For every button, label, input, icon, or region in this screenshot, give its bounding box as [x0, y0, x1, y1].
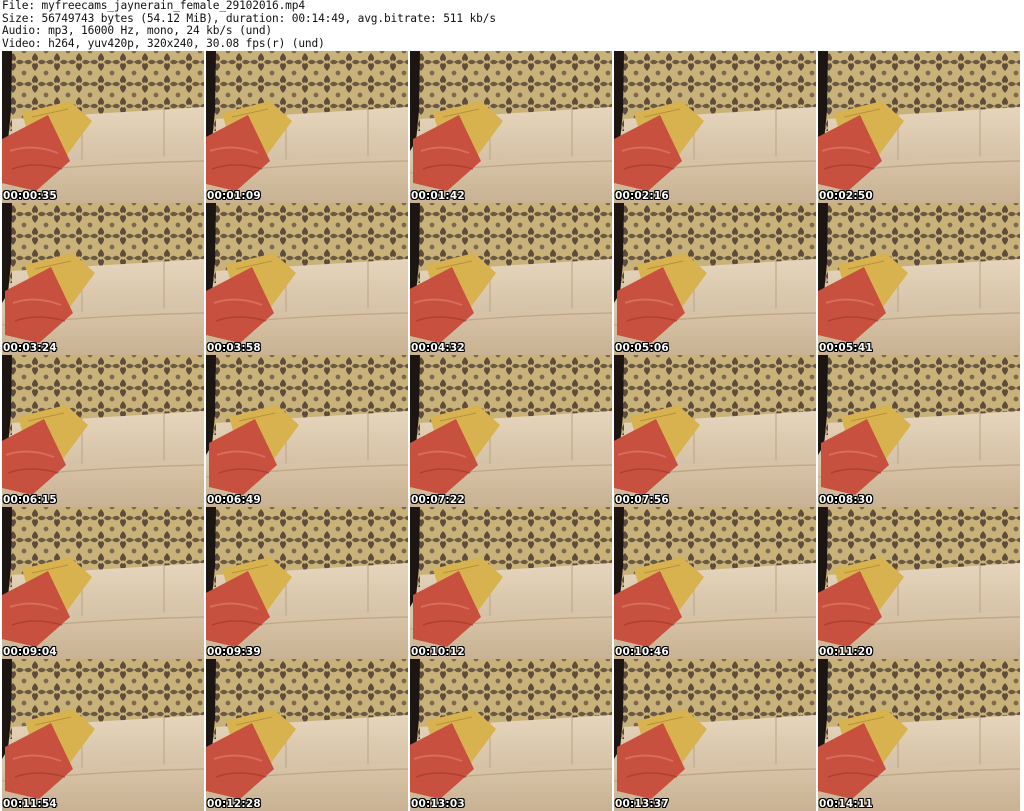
thumbnail-timestamp: 00:05:06: [615, 342, 669, 354]
thumbnail-image: [614, 203, 816, 355]
thumbnail-timestamp: 00:13:37: [615, 798, 669, 810]
thumbnail-timestamp: 00:12:28: [207, 798, 261, 810]
video-info-line: Video: h264, yuv420p, 320x240, 30.08 fps…: [2, 36, 325, 50]
video-thumbnail: 00:10:12: [410, 507, 612, 659]
thumbnail-timestamp: 00:10:12: [411, 646, 465, 658]
file-info-header: File: myfreecams_jaynerain_female_291020…: [2, 0, 1022, 50]
thumbnail-timestamp: 00:11:54: [3, 798, 57, 810]
thumbnail-image: [818, 203, 1020, 355]
frame-edge: [410, 51, 420, 151]
thumbnail-image: [818, 507, 1020, 659]
thumbnail-image: [818, 51, 1020, 203]
thumbnail-timestamp: 00:03:58: [207, 342, 261, 354]
video-thumbnail: 00:13:03: [410, 659, 612, 811]
video-thumbnail: 00:09:04: [2, 507, 204, 659]
thumbnail-timestamp: 00:01:42: [411, 190, 465, 202]
file-name-line: File: myfreecams_jaynerain_female_291020…: [2, 0, 305, 12]
frame-edge: [206, 355, 216, 455]
video-thumbnail: 00:11:20: [818, 507, 1020, 659]
video-thumbnail: 00:14:11: [818, 659, 1020, 811]
thumbnail-image: [2, 51, 204, 203]
thumbnail-timestamp: 00:02:50: [819, 190, 873, 202]
thumbnail-timestamp: 00:03:24: [3, 342, 57, 354]
thumbnail-image: [410, 51, 612, 203]
thumbnail-timestamp: 00:13:03: [411, 798, 465, 810]
thumbnail-image: [614, 51, 816, 203]
audio-info-line: Audio: mp3, 16000 Hz, mono, 24 kb/s (und…: [2, 24, 273, 37]
thumbnail-image: [2, 203, 204, 355]
video-thumbnail: 00:06:49: [206, 355, 408, 507]
thumbnail-timestamp: 00:10:46: [615, 646, 669, 658]
frame-edge: [2, 203, 12, 303]
thumbnail-image: [206, 51, 408, 203]
thumbnail-image: [410, 355, 612, 507]
thumbnail-timestamp: 00:06:15: [3, 494, 57, 506]
thumbnail-timestamp: 00:01:09: [207, 190, 261, 202]
thumbnail-image: [206, 355, 408, 507]
video-thumbnail: 00:06:15: [2, 355, 204, 507]
frame-edge: [2, 659, 12, 759]
video-thumbnail: 00:08:30: [818, 355, 1020, 507]
thumbnail-image: [614, 355, 816, 507]
thumbnail-image: [2, 659, 204, 811]
video-thumbnail: 00:03:24: [2, 203, 204, 355]
video-thumbnail: 00:02:16: [614, 51, 816, 203]
frame-edge: [614, 203, 624, 303]
video-thumbnail: 00:02:50: [818, 51, 1020, 203]
thumbnail-image: [410, 203, 612, 355]
thumbnail-timestamp: 00:07:22: [411, 494, 465, 506]
thumbnail-timestamp: 00:11:20: [819, 646, 873, 658]
thumbnail-timestamp: 00:09:04: [3, 646, 57, 658]
video-thumbnail: 00:11:54: [2, 659, 204, 811]
frame-edge: [818, 355, 828, 455]
video-thumbnail: 00:07:56: [614, 355, 816, 507]
thumbnail-image: [410, 659, 612, 811]
thumbnail-image: [206, 659, 408, 811]
video-thumbnail: 00:05:06: [614, 203, 816, 355]
thumbnail-timestamp: 00:04:32: [411, 342, 465, 354]
thumbnail-image: [206, 203, 408, 355]
thumbnail-image: [614, 659, 816, 811]
video-thumbnail: 00:01:09: [206, 51, 408, 203]
thumbnail-timestamp: 00:09:39: [207, 646, 261, 658]
frame-edge: [410, 507, 420, 607]
thumbnail-grid: 00:00:35 00:01:09 00:01:42 00:02:16 00:02:50…: [2, 51, 1022, 811]
video-thumbnail: 00:09:39: [206, 507, 408, 659]
thumbnail-timestamp: 00:02:16: [615, 190, 669, 202]
thumbnail-timestamp: 00:08:30: [819, 494, 873, 506]
video-thumbnail: 00:13:37: [614, 659, 816, 811]
thumbnail-image: [410, 507, 612, 659]
video-thumbnail: 00:12:28: [206, 659, 408, 811]
thumbnail-timestamp: 00:14:11: [819, 798, 873, 810]
video-thumbnail: 00:05:41: [818, 203, 1020, 355]
thumbnail-timestamp: 00:00:35: [3, 190, 57, 202]
video-thumbnail: 00:10:46: [614, 507, 816, 659]
frame-edge: [614, 659, 624, 759]
thumbnail-timestamp: 00:07:56: [615, 494, 669, 506]
thumbnail-image: [2, 507, 204, 659]
thumbnail-timestamp: 00:06:49: [207, 494, 261, 506]
video-thumbnail: 00:04:32: [410, 203, 612, 355]
thumbnail-image: [206, 507, 408, 659]
video-thumbnail: 00:03:58: [206, 203, 408, 355]
video-thumbnail: 00:00:35: [2, 51, 204, 203]
thumbnail-image: [2, 355, 204, 507]
thumbnail-image: [818, 355, 1020, 507]
thumbnail-image: [818, 659, 1020, 811]
video-thumbnail: 00:01:42: [410, 51, 612, 203]
video-thumbnail: 00:07:22: [410, 355, 612, 507]
thumbnail-timestamp: 00:05:41: [819, 342, 873, 354]
thumbnail-image: [614, 507, 816, 659]
